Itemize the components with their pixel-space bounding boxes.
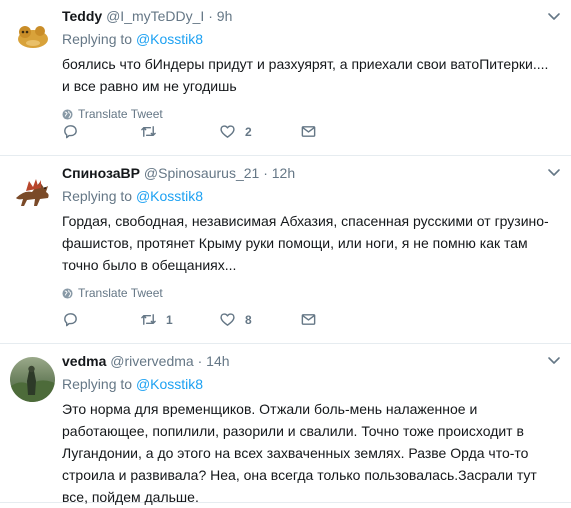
like-button[interactable]: 2	[219, 123, 252, 140]
mention-link[interactable]: @Kosstik8	[136, 31, 203, 47]
like-count: 8	[245, 312, 252, 327]
mention-link[interactable]: @Kosstik8	[136, 188, 203, 204]
tweet[interactable]: Teddy @I_myTeDDy_I · 9h Replying to @Kos…	[0, 0, 571, 156]
retweet-icon	[141, 126, 156, 137]
display-name[interactable]: Teddy	[62, 8, 102, 24]
translate-label[interactable]: Translate Tweet	[78, 106, 163, 122]
tweet-header: vedma @rivervedma · 14h	[62, 352, 561, 371]
chevron-down-icon[interactable]	[547, 165, 561, 179]
reply-icon	[64, 125, 77, 139]
retweet-icon	[141, 314, 156, 325]
chevron-down-icon[interactable]	[547, 353, 561, 367]
heart-icon	[220, 313, 235, 326]
user-handle[interactable]: @rivervedma	[110, 353, 193, 369]
user-handle[interactable]: @Spinosaurus_21	[144, 165, 259, 181]
user-handle[interactable]: @I_myTeDDy_I	[106, 8, 204, 24]
mention-link[interactable]: @Kosstik8	[136, 376, 203, 392]
heart-icon	[220, 125, 235, 138]
avatar[interactable]	[10, 168, 55, 213]
tweet-text: Гордая, свободная, независимая Абхазия, …	[62, 213, 549, 273]
direct-message-button[interactable]	[300, 123, 317, 140]
tweet-actions: 2	[62, 123, 362, 141]
avatar[interactable]	[10, 12, 55, 57]
separator-dot: ·	[197, 353, 203, 369]
envelope-icon	[301, 314, 316, 325]
like-button[interactable]: 8	[219, 311, 252, 328]
replying-to: Replying to @Kosstik8	[62, 375, 561, 394]
globe-icon	[62, 108, 73, 120]
chevron-down-icon[interactable]	[547, 9, 561, 23]
tweet-text: Это норма для временщиков. Отжали боль-м…	[62, 401, 537, 505]
reply-button[interactable]	[62, 123, 88, 140]
like-count: 2	[245, 124, 252, 139]
tweet[interactable]: vedma @rivervedma · 14h Replying to @Kos…	[0, 344, 571, 505]
separator-dot: ·	[208, 8, 213, 24]
replying-label: Replying to	[62, 376, 133, 392]
direct-message-button[interactable]	[300, 311, 317, 328]
timestamp[interactable]: 9h	[217, 8, 233, 24]
display-name[interactable]: vedma	[62, 353, 106, 369]
replying-to: Replying to @Kosstik8	[62, 187, 561, 206]
tweet-header: Teddy @I_myTeDDy_I · 9h	[62, 7, 561, 26]
retweet-button[interactable]	[140, 123, 166, 140]
timestamp[interactable]: 12h	[272, 165, 295, 181]
tweet[interactable]: СпинозаВР @Spinosaurus_21 · 12h Replying…	[0, 156, 571, 344]
separator-dot: ·	[263, 165, 268, 181]
translate-label[interactable]: Translate Tweet	[78, 285, 163, 301]
tweet-text: боялись что бИндеры придут и разхуярят, …	[62, 56, 549, 94]
reply-icon	[64, 313, 77, 327]
avatar[interactable]	[10, 357, 55, 402]
reply-button[interactable]	[62, 311, 88, 328]
translate-tweet-link[interactable]: Translate Tweet	[62, 285, 561, 301]
retweet-count: 1	[166, 312, 173, 327]
display-name[interactable]: СпинозаВР	[62, 165, 140, 181]
replying-label: Replying to	[62, 31, 133, 47]
translate-tweet-link[interactable]: Translate Tweet	[62, 106, 561, 122]
retweet-button[interactable]: 1	[140, 311, 173, 328]
timestamp[interactable]: 14h	[206, 353, 229, 369]
envelope-icon	[301, 126, 316, 137]
replying-to: Replying to @Kosstik8	[62, 30, 561, 49]
globe-icon	[62, 287, 73, 299]
tweet-actions: 1 8	[62, 311, 362, 329]
replying-label: Replying to	[62, 188, 133, 204]
tweet-header: СпинозаВР @Spinosaurus_21 · 12h	[62, 164, 561, 183]
